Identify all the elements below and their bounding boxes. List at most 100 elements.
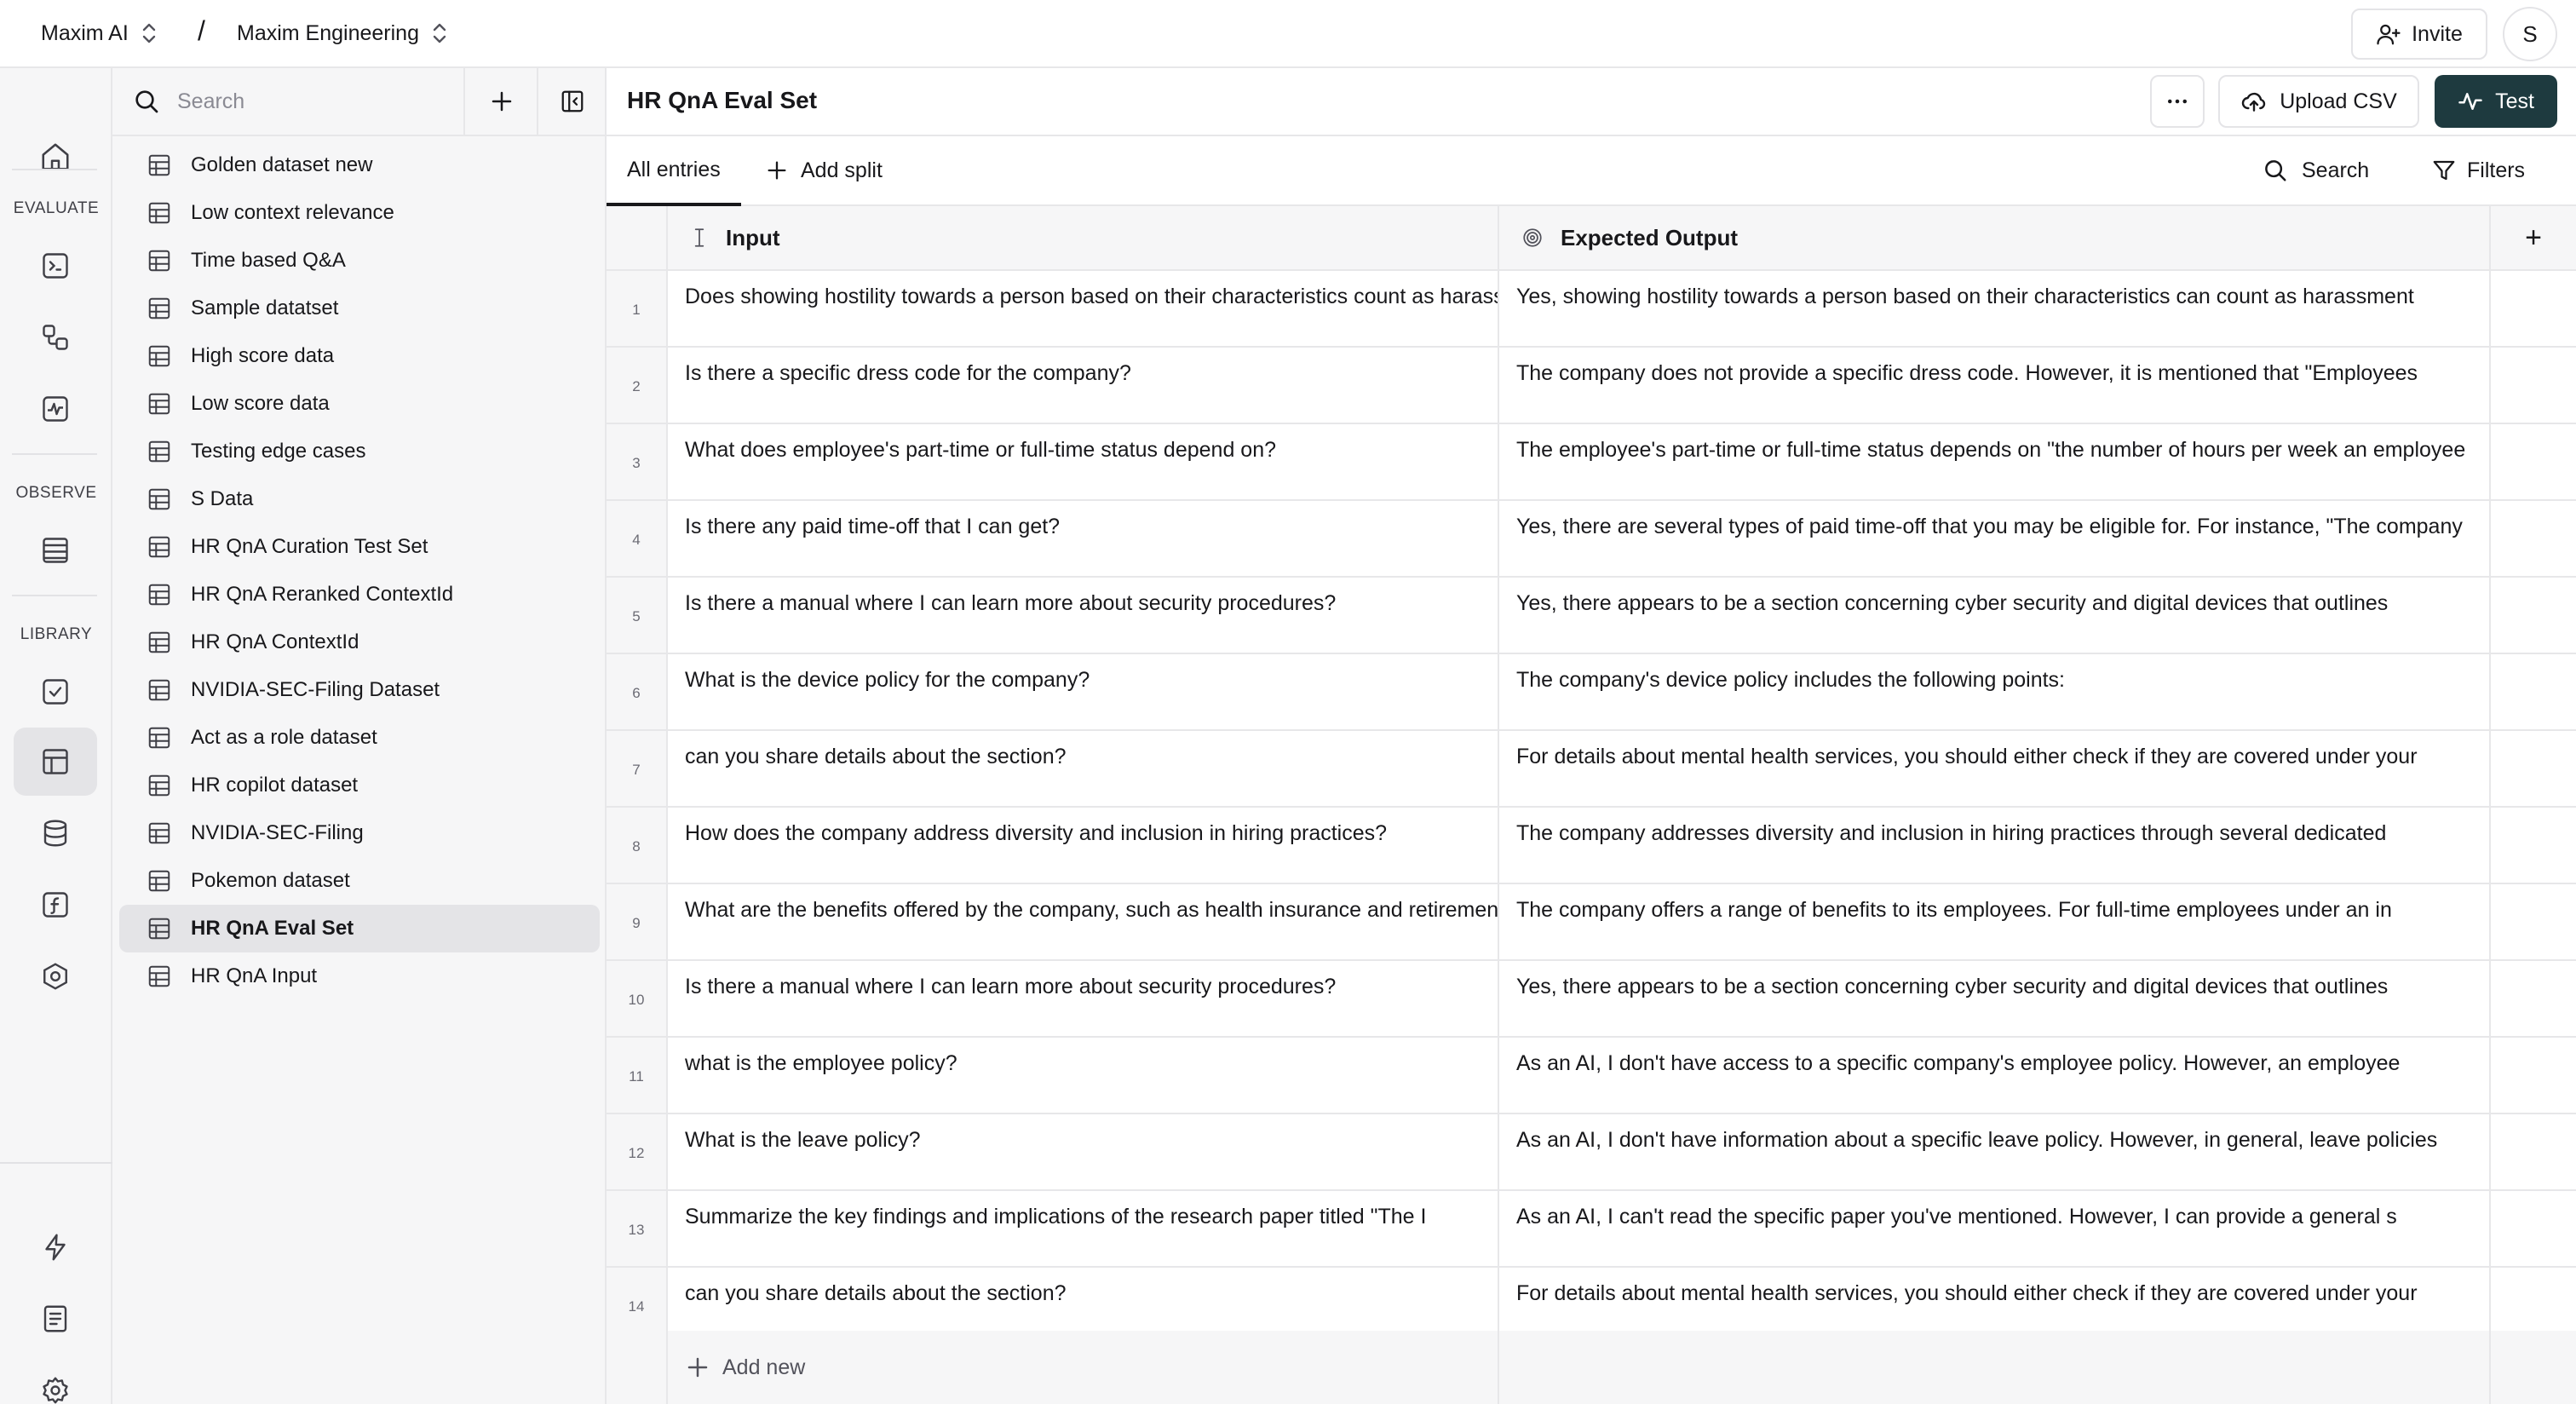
dataset-item[interactable]: Low context relevance xyxy=(119,189,600,237)
add-dataset-button[interactable] xyxy=(467,68,538,135)
dataset-item[interactable]: HR QnA Eval Set xyxy=(119,905,600,952)
expected-output-cell[interactable]: Yes, there are several types of paid tim… xyxy=(1499,501,2491,576)
add-split-button[interactable]: Add split xyxy=(765,136,883,204)
home-icon[interactable] xyxy=(14,123,97,191)
input-cell[interactable]: What is the device policy for the compan… xyxy=(668,654,1499,729)
row-number: 4 xyxy=(607,501,668,576)
org-switcher[interactable]: Maxim AI xyxy=(41,0,158,66)
input-cell[interactable]: Summarize the key findings and implicati… xyxy=(668,1191,1499,1266)
table-row[interactable]: 10 Is there a manual where I can learn mo… xyxy=(607,961,2576,1038)
sidebar-search[interactable] xyxy=(112,68,465,135)
row-number: 2 xyxy=(607,348,668,423)
sidebar-collapse-icon xyxy=(560,89,585,114)
expected-output-cell[interactable]: As an AI, I don't have information about… xyxy=(1499,1114,2491,1189)
search-input[interactable] xyxy=(177,89,450,114)
logs-icon[interactable] xyxy=(14,516,97,584)
dataset-item[interactable]: NVIDIA-SEC-Filing Dataset xyxy=(119,666,600,714)
test-button[interactable]: Test xyxy=(2435,75,2557,128)
table-icon xyxy=(147,152,172,178)
dataset-item[interactable]: Act as a role dataset xyxy=(119,714,600,762)
input-cell[interactable]: can you share details about the section? xyxy=(668,731,1499,806)
dataset-item[interactable]: High score data xyxy=(119,332,600,380)
input-cell[interactable]: Is there a specific dress code for the c… xyxy=(668,348,1499,423)
dataset-item[interactable]: Golden dataset new xyxy=(119,141,600,189)
bolt-icon[interactable] xyxy=(14,1213,97,1281)
context-sources-icon[interactable] xyxy=(14,799,97,867)
table-row[interactable]: 5 Is there a manual where I can learn mor… xyxy=(607,578,2576,654)
table-row[interactable]: 11 what is the employee policy? As an AI, … xyxy=(607,1038,2576,1114)
settings-icon[interactable] xyxy=(14,1356,97,1404)
tab-all-entries[interactable]: All entries xyxy=(607,136,741,206)
input-cell[interactable]: what is the employee policy? xyxy=(668,1038,1499,1113)
table-row[interactable]: 4 Is there any paid time-off that I can g… xyxy=(607,501,2576,578)
input-cell[interactable]: Does showing hostility towards a person … xyxy=(668,271,1499,346)
input-cell[interactable]: How does the company address diversity a… xyxy=(668,808,1499,883)
add-new-button[interactable]: Add new xyxy=(668,1331,1499,1404)
dataset-item[interactable]: Sample datatset xyxy=(119,285,600,332)
evaluators-icon[interactable] xyxy=(14,658,97,726)
dataset-item[interactable]: NVIDIA-SEC-Filing xyxy=(119,809,600,857)
collapse-sidebar-button[interactable] xyxy=(540,68,605,135)
dataset-item[interactable]: Time based Q&A xyxy=(119,237,600,285)
column-header-input[interactable]: Input xyxy=(668,206,1499,269)
table-row[interactable]: 6 What is the device policy for the compa… xyxy=(607,654,2576,731)
table-row[interactable]: 2 Is there a specific dress code for the … xyxy=(607,348,2576,424)
column-header-expected-output[interactable]: Expected Output xyxy=(1499,206,2491,269)
dataset-item[interactable]: HR QnA Reranked ContextId xyxy=(119,571,600,619)
table-row[interactable]: 7 can you share details about the section… xyxy=(607,731,2576,808)
expected-output-cell[interactable]: Yes, there appears to be a section conce… xyxy=(1499,961,2491,1036)
workflow-icon[interactable] xyxy=(14,303,97,371)
dataset-item[interactable]: HR QnA ContextId xyxy=(119,619,600,666)
docs-icon[interactable] xyxy=(14,1285,97,1353)
table-row[interactable]: 13 Summarize the key findings and implica… xyxy=(607,1191,2576,1268)
input-cell[interactable]: Is there any paid time-off that I can ge… xyxy=(668,501,1499,576)
dataset-label: Low score data xyxy=(191,392,330,415)
dataset-item[interactable]: S Data xyxy=(119,475,600,523)
table-row[interactable]: 1 Does showing hostility towards a person… xyxy=(607,271,2576,348)
prompt-tools-icon[interactable] xyxy=(14,942,97,1010)
functions-icon[interactable] xyxy=(14,871,97,939)
activity-icon[interactable] xyxy=(14,375,97,443)
avatar[interactable]: S xyxy=(2503,7,2557,61)
table-row[interactable]: 3 What does employee's part-time or full-… xyxy=(607,424,2576,501)
dataset-item[interactable]: HR QnA Input xyxy=(119,952,600,1000)
expected-output-cell[interactable]: Yes, showing hostility towards a person … xyxy=(1499,271,2491,346)
filters-button[interactable]: Filters xyxy=(2431,136,2525,204)
input-cell[interactable]: What does employee's part-time or full-t… xyxy=(668,424,1499,499)
expected-output-cell[interactable]: As an AI, I don't have access to a speci… xyxy=(1499,1038,2491,1113)
expected-output-cell[interactable]: The company's device policy includes the… xyxy=(1499,654,2491,729)
upload-csv-button[interactable]: Upload CSV xyxy=(2218,75,2419,128)
invite-button[interactable]: Invite xyxy=(2351,9,2487,60)
workspace-switcher[interactable]: Maxim Engineering xyxy=(237,0,448,66)
expected-output-cell[interactable]: As an AI, I can't read the specific pape… xyxy=(1499,1191,2491,1266)
expected-output-cell[interactable]: The employee's part-time or full-time st… xyxy=(1499,424,2491,499)
dataset-item[interactable]: Low score data xyxy=(119,380,600,428)
user-plus-icon xyxy=(2376,21,2401,47)
dataset-item[interactable]: Testing edge cases xyxy=(119,428,600,475)
dataset-item[interactable]: HR copilot dataset xyxy=(119,762,600,809)
more-options-button[interactable] xyxy=(2150,75,2205,128)
dataset-item[interactable]: Pokemon dataset xyxy=(119,857,600,905)
dataset-item[interactable]: HR QnA Curation Test Set xyxy=(119,523,600,571)
chevron-up-down-icon xyxy=(141,21,158,45)
dataset-label: High score data xyxy=(191,344,335,367)
table-row[interactable]: 9 What are the benefits offered by the co… xyxy=(607,884,2576,961)
input-cell[interactable]: Is there a manual where I can learn more… xyxy=(668,578,1499,653)
table-row[interactable]: 8 How does the company address diversity … xyxy=(607,808,2576,884)
expected-output-cell[interactable]: For details about mental health services… xyxy=(1499,731,2491,806)
datasets-icon[interactable] xyxy=(14,728,97,796)
expected-output-cell[interactable]: The company does not provide a specific … xyxy=(1499,348,2491,423)
input-cell[interactable]: What is the leave policy? xyxy=(668,1114,1499,1189)
column-label-expected-output: Expected Output xyxy=(1561,224,1739,250)
row-number: 1 xyxy=(607,271,668,346)
table-search-button[interactable]: Search xyxy=(2263,136,2369,204)
input-cell[interactable]: What are the benefits offered by the com… xyxy=(668,884,1499,959)
expected-output-cell[interactable]: Yes, there appears to be a section conce… xyxy=(1499,578,2491,653)
prompt-icon[interactable] xyxy=(14,232,97,300)
nav-rail: EVALUATE OBSERVE LIBRARY xyxy=(0,68,112,1404)
input-cell[interactable]: Is there a manual where I can learn more… xyxy=(668,961,1499,1036)
table-row[interactable]: 12 What is the leave policy? As an AI, I d… xyxy=(607,1114,2576,1191)
expected-output-cell[interactable]: The company offers a range of benefits t… xyxy=(1499,884,2491,959)
add-column-button[interactable]: + xyxy=(2491,206,2576,269)
expected-output-cell[interactable]: The company addresses diversity and incl… xyxy=(1499,808,2491,883)
